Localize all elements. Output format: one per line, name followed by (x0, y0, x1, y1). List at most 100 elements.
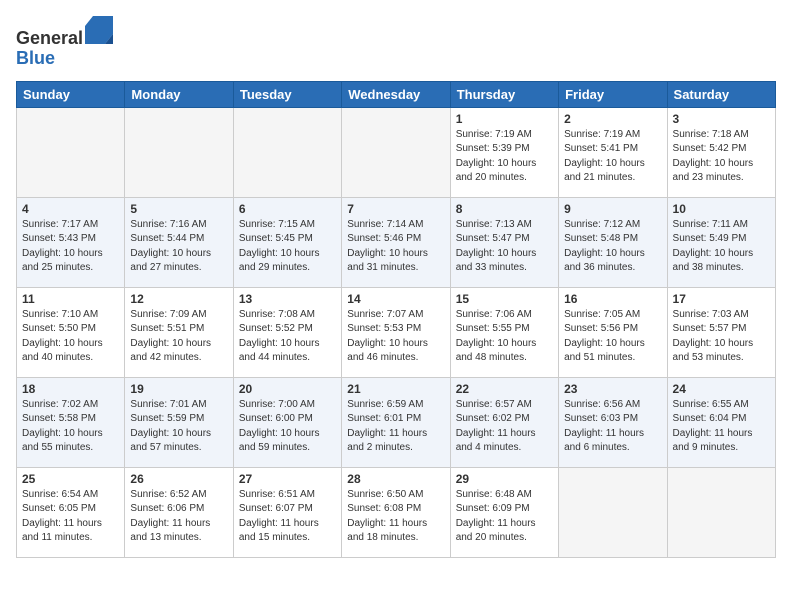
day-number: 8 (456, 202, 553, 216)
day-number: 26 (130, 472, 227, 486)
day-info: Sunrise: 7:19 AM Sunset: 5:41 PM Dayligh… (564, 128, 661, 186)
day-info: Sunrise: 7:00 AM Sunset: 6:00 PM Dayligh… (239, 398, 336, 456)
calendar-day-cell: 27 Sunrise: 6:51 AM Sunset: 6:07 PM Dayli… (233, 467, 341, 557)
calendar-day-cell: 5Sunrise: 7:16 AM Sunset: 5:44 PM Daylig… (125, 197, 233, 287)
calendar-day-cell: 23 Sunrise: 6:56 AM Sunset: 6:03 PM Dayli… (559, 377, 667, 467)
weekday-header-wednesday: Wednesday (342, 81, 450, 107)
day-number: 17 (673, 292, 770, 306)
calendar-day-cell (233, 107, 341, 197)
calendar-day-cell (17, 107, 125, 197)
calendar-day-cell (125, 107, 233, 197)
day-info: Sunrise: 7:13 AM Sunset: 5:47 PM Dayligh… (456, 218, 553, 276)
day-number: 11 (22, 292, 119, 306)
day-number: 28 (347, 472, 444, 486)
logo-general-text: General (16, 28, 83, 48)
calendar-day-cell: 16 Sunrise: 7:05 AM Sunset: 5:56 PM Dayli… (559, 287, 667, 377)
day-number: 15 (456, 292, 553, 306)
calendar-day-cell: 8 Sunrise: 7:13 AM Sunset: 5:47 PM Daylig… (450, 197, 558, 287)
day-info: Sunrise: 7:08 AM Sunset: 5:52 PM Dayligh… (239, 308, 336, 366)
day-info: Sunrise: 7:07 AM Sunset: 5:53 PM Dayligh… (347, 308, 444, 366)
day-number: 7 (347, 202, 444, 216)
day-number: 1 (456, 112, 553, 126)
logo: General Blue (16, 16, 113, 69)
day-number: 13 (239, 292, 336, 306)
calendar-week-row: 11 Sunrise: 7:10 AM Sunset: 5:50 PM Dayli… (17, 287, 776, 377)
day-number: 6 (239, 202, 336, 216)
day-number: 2 (564, 112, 661, 126)
calendar-day-cell: 28 Sunrise: 6:50 AM Sunset: 6:08 PM Dayli… (342, 467, 450, 557)
weekday-header-thursday: Thursday (450, 81, 558, 107)
calendar-day-cell: 7 Sunrise: 7:14 AM Sunset: 5:46 PM Daylig… (342, 197, 450, 287)
calendar-day-cell: 24Sunrise: 6:55 AM Sunset: 6:04 PM Dayli… (667, 377, 775, 467)
day-info: Sunrise: 7:03 AM Sunset: 5:57 PM Dayligh… (673, 308, 770, 366)
day-number: 23 (564, 382, 661, 396)
day-info: Sunrise: 7:15 AM Sunset: 5:45 PM Dayligh… (239, 218, 336, 276)
day-info: Sunrise: 6:50 AM Sunset: 6:08 PM Dayligh… (347, 488, 444, 546)
calendar-day-cell: 6 Sunrise: 7:15 AM Sunset: 5:45 PM Daylig… (233, 197, 341, 287)
logo-icon (85, 16, 113, 44)
weekday-header-sunday: Sunday (17, 81, 125, 107)
weekday-header-monday: Monday (125, 81, 233, 107)
calendar-day-cell: 3 Sunrise: 7:18 AM Sunset: 5:42 PM Daylig… (667, 107, 775, 197)
day-info: Sunrise: 7:19 AM Sunset: 5:39 PM Dayligh… (456, 128, 553, 186)
calendar-day-cell: 26 Sunrise: 6:52 AM Sunset: 6:06 PM Dayli… (125, 467, 233, 557)
day-info: Sunrise: 7:14 AM Sunset: 5:46 PM Dayligh… (347, 218, 444, 276)
calendar-week-row: 25 Sunrise: 6:54 AM Sunset: 6:05 PM Dayli… (17, 467, 776, 557)
calendar-day-cell (667, 467, 775, 557)
day-info: Sunrise: 6:59 AM Sunset: 6:01 PM Dayligh… (347, 398, 444, 456)
calendar-day-cell: 10 Sunrise: 7:11 AM Sunset: 5:49 PM Dayli… (667, 197, 775, 287)
day-number: 19 (130, 382, 227, 396)
page-header: General Blue (16, 16, 776, 69)
calendar-day-cell: 15 Sunrise: 7:06 AM Sunset: 5:55 PM Dayli… (450, 287, 558, 377)
calendar-day-cell: 11 Sunrise: 7:10 AM Sunset: 5:50 PM Dayli… (17, 287, 125, 377)
calendar-week-row: 1 Sunrise: 7:19 AM Sunset: 5:39 PM Daylig… (17, 107, 776, 197)
day-number: 3 (673, 112, 770, 126)
calendar-day-cell: 9Sunrise: 7:12 AM Sunset: 5:48 PM Daylig… (559, 197, 667, 287)
day-info: Sunrise: 7:16 AM Sunset: 5:44 PM Dayligh… (130, 218, 227, 276)
day-info: Sunrise: 6:51 AM Sunset: 6:07 PM Dayligh… (239, 488, 336, 546)
day-info: Sunrise: 6:55 AM Sunset: 6:04 PM Dayligh… (673, 398, 770, 456)
day-number: 12 (130, 292, 227, 306)
calendar-day-cell: 21Sunrise: 6:59 AM Sunset: 6:01 PM Dayli… (342, 377, 450, 467)
day-info: Sunrise: 7:17 AM Sunset: 5:43 PM Dayligh… (22, 218, 119, 276)
day-info: Sunrise: 7:01 AM Sunset: 5:59 PM Dayligh… (130, 398, 227, 456)
day-info: Sunrise: 7:10 AM Sunset: 5:50 PM Dayligh… (22, 308, 119, 366)
day-number: 25 (22, 472, 119, 486)
calendar-day-cell (342, 107, 450, 197)
calendar-day-cell: 29 Sunrise: 6:48 AM Sunset: 6:09 PM Dayli… (450, 467, 558, 557)
day-info: Sunrise: 7:11 AM Sunset: 5:49 PM Dayligh… (673, 218, 770, 276)
calendar-day-cell: 17 Sunrise: 7:03 AM Sunset: 5:57 PM Dayli… (667, 287, 775, 377)
calendar-day-cell: 13 Sunrise: 7:08 AM Sunset: 5:52 PM Dayli… (233, 287, 341, 377)
calendar-day-cell (559, 467, 667, 557)
calendar-day-cell: 1 Sunrise: 7:19 AM Sunset: 5:39 PM Daylig… (450, 107, 558, 197)
day-info: Sunrise: 7:05 AM Sunset: 5:56 PM Dayligh… (564, 308, 661, 366)
calendar-day-cell: 14 Sunrise: 7:07 AM Sunset: 5:53 PM Dayli… (342, 287, 450, 377)
day-number: 29 (456, 472, 553, 486)
day-number: 27 (239, 472, 336, 486)
day-info: Sunrise: 6:56 AM Sunset: 6:03 PM Dayligh… (564, 398, 661, 456)
weekday-header-row: SundayMondayTuesdayWednesdayThursdayFrid… (17, 81, 776, 107)
calendar-week-row: 4 Sunrise: 7:17 AM Sunset: 5:43 PM Daylig… (17, 197, 776, 287)
weekday-header-saturday: Saturday (667, 81, 775, 107)
day-info: Sunrise: 6:52 AM Sunset: 6:06 PM Dayligh… (130, 488, 227, 546)
calendar-week-row: 18Sunrise: 7:02 AM Sunset: 5:58 PM Dayli… (17, 377, 776, 467)
day-info: Sunrise: 7:18 AM Sunset: 5:42 PM Dayligh… (673, 128, 770, 186)
day-info: Sunrise: 6:54 AM Sunset: 6:05 PM Dayligh… (22, 488, 119, 546)
calendar-day-cell: 4 Sunrise: 7:17 AM Sunset: 5:43 PM Daylig… (17, 197, 125, 287)
weekday-header-tuesday: Tuesday (233, 81, 341, 107)
day-info: Sunrise: 6:57 AM Sunset: 6:02 PM Dayligh… (456, 398, 553, 456)
calendar-day-cell: 25 Sunrise: 6:54 AM Sunset: 6:05 PM Dayli… (17, 467, 125, 557)
logo-blue-text: Blue (16, 48, 55, 68)
day-number: 4 (22, 202, 119, 216)
day-number: 22 (456, 382, 553, 396)
day-info: Sunrise: 7:06 AM Sunset: 5:55 PM Dayligh… (456, 308, 553, 366)
day-info: Sunrise: 7:09 AM Sunset: 5:51 PM Dayligh… (130, 308, 227, 366)
day-info: Sunrise: 6:48 AM Sunset: 6:09 PM Dayligh… (456, 488, 553, 546)
day-number: 16 (564, 292, 661, 306)
calendar-day-cell: 18Sunrise: 7:02 AM Sunset: 5:58 PM Dayli… (17, 377, 125, 467)
day-number: 10 (673, 202, 770, 216)
calendar-day-cell: 22 Sunrise: 6:57 AM Sunset: 6:02 PM Dayli… (450, 377, 558, 467)
day-number: 14 (347, 292, 444, 306)
calendar-day-cell: 2 Sunrise: 7:19 AM Sunset: 5:41 PM Daylig… (559, 107, 667, 197)
calendar-day-cell: 19 Sunrise: 7:01 AM Sunset: 5:59 PM Dayli… (125, 377, 233, 467)
